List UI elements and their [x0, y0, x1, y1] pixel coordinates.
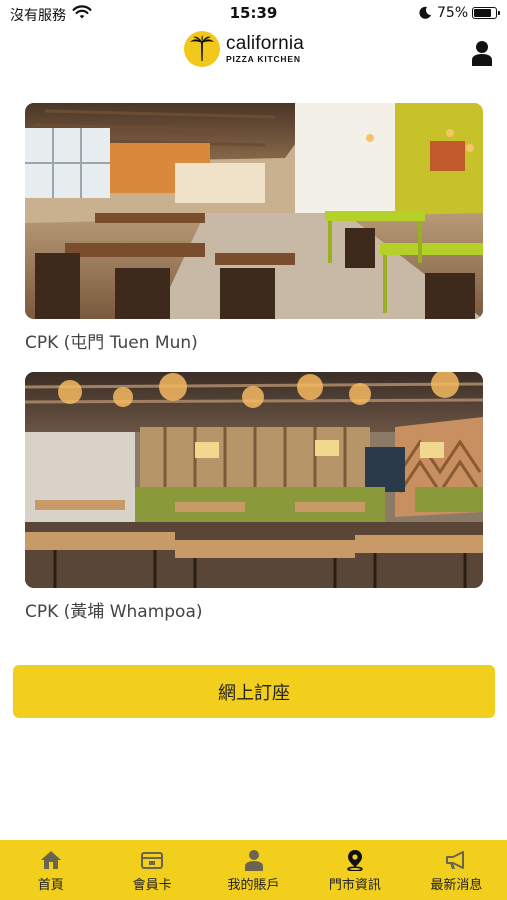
- account-icon: [244, 850, 263, 871]
- membership-card-icon: [141, 852, 164, 869]
- app-header: california PIZZA KITCHEN: [0, 28, 507, 78]
- online-booking-button[interactable]: 網上訂座: [13, 665, 495, 718]
- account-icon[interactable]: [470, 40, 494, 66]
- tab-latest-news[interactable]: 最新消息: [406, 840, 507, 900]
- store-photo-tuen-mun[interactable]: [25, 103, 483, 319]
- status-bar: 沒有服務 15:39 75%: [0, 0, 507, 28]
- store-card-whampoa[interactable]: CPK (黃埔 Whampoa): [25, 372, 483, 622]
- battery-percentage: 75%: [437, 5, 469, 21]
- store-photo-whampoa[interactable]: [25, 372, 483, 588]
- do-not-disturb-moon-icon: [419, 6, 431, 19]
- location-pin-icon: [347, 850, 363, 871]
- tab-store-info[interactable]: 門市資訊: [304, 840, 405, 900]
- tab-my-account[interactable]: 我的賬戶: [203, 840, 304, 900]
- palm-tree-logo-icon: [184, 31, 220, 67]
- home-icon: [40, 851, 61, 869]
- tab-latest-news-label: 最新消息: [430, 878, 483, 893]
- battery-icon: [472, 7, 500, 19]
- tab-store-info-label: 門市資訊: [328, 878, 381, 893]
- bottom-tab-bar: 首頁 會員卡 我的賬戶 門市資訊 最新消息: [0, 840, 507, 900]
- logo-subtitle: PIZZA KITCHEN: [226, 54, 301, 65]
- brand-logo: california PIZZA KITCHEN: [184, 31, 304, 67]
- tab-home[interactable]: 首頁: [0, 840, 101, 900]
- tab-my-account-label: 我的賬戶: [227, 878, 280, 893]
- tab-home-label: 首頁: [37, 878, 64, 893]
- tab-membership-card[interactable]: 會員卡: [101, 840, 202, 900]
- tab-membership-card-label: 會員卡: [132, 878, 172, 893]
- logo-wordmark: california: [226, 33, 305, 55]
- store-name-tuen-mun[interactable]: CPK (屯門 Tuen Mun): [25, 328, 483, 353]
- megaphone-icon: [446, 851, 465, 869]
- store-name-whampoa[interactable]: CPK (黃埔 Whampoa): [25, 597, 483, 622]
- store-card-tuen-mun[interactable]: CPK (屯門 Tuen Mun): [25, 103, 483, 353]
